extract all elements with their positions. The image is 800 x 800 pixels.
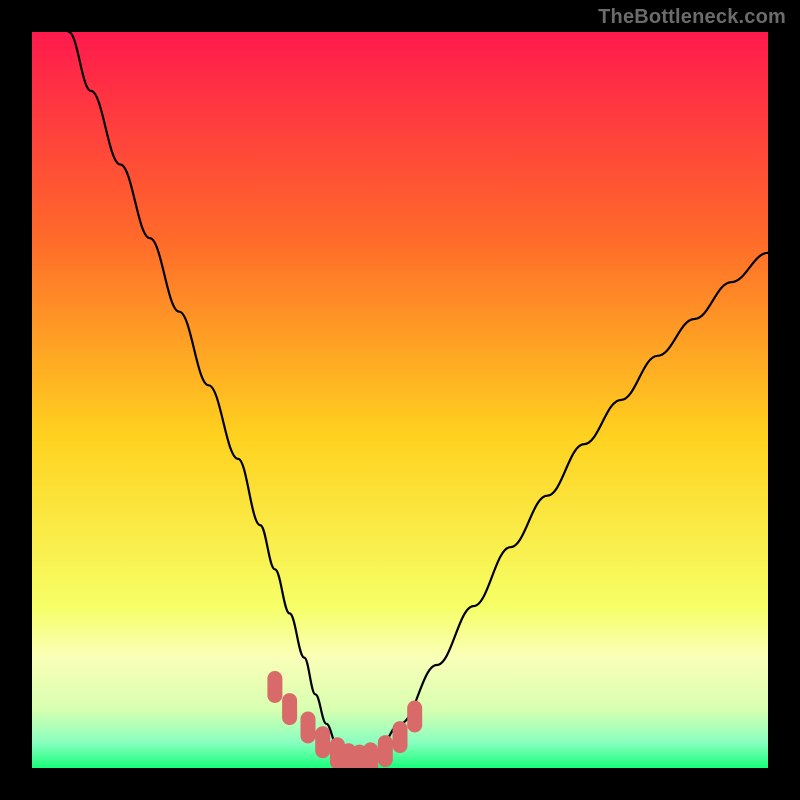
chart-frame: TheBottleneck.com [0, 0, 800, 800]
highlight-marker [301, 712, 316, 744]
highlight-marker [378, 735, 393, 767]
chart-svg [32, 32, 768, 768]
highlight-marker [363, 742, 378, 768]
highlight-marker [267, 671, 282, 703]
watermark-text: TheBottleneck.com [598, 6, 786, 29]
highlight-marker [407, 701, 422, 733]
plot-area [32, 32, 768, 768]
gradient-background [32, 32, 768, 768]
highlight-marker [393, 721, 408, 753]
highlight-marker [282, 693, 297, 725]
highlight-marker [315, 726, 330, 758]
